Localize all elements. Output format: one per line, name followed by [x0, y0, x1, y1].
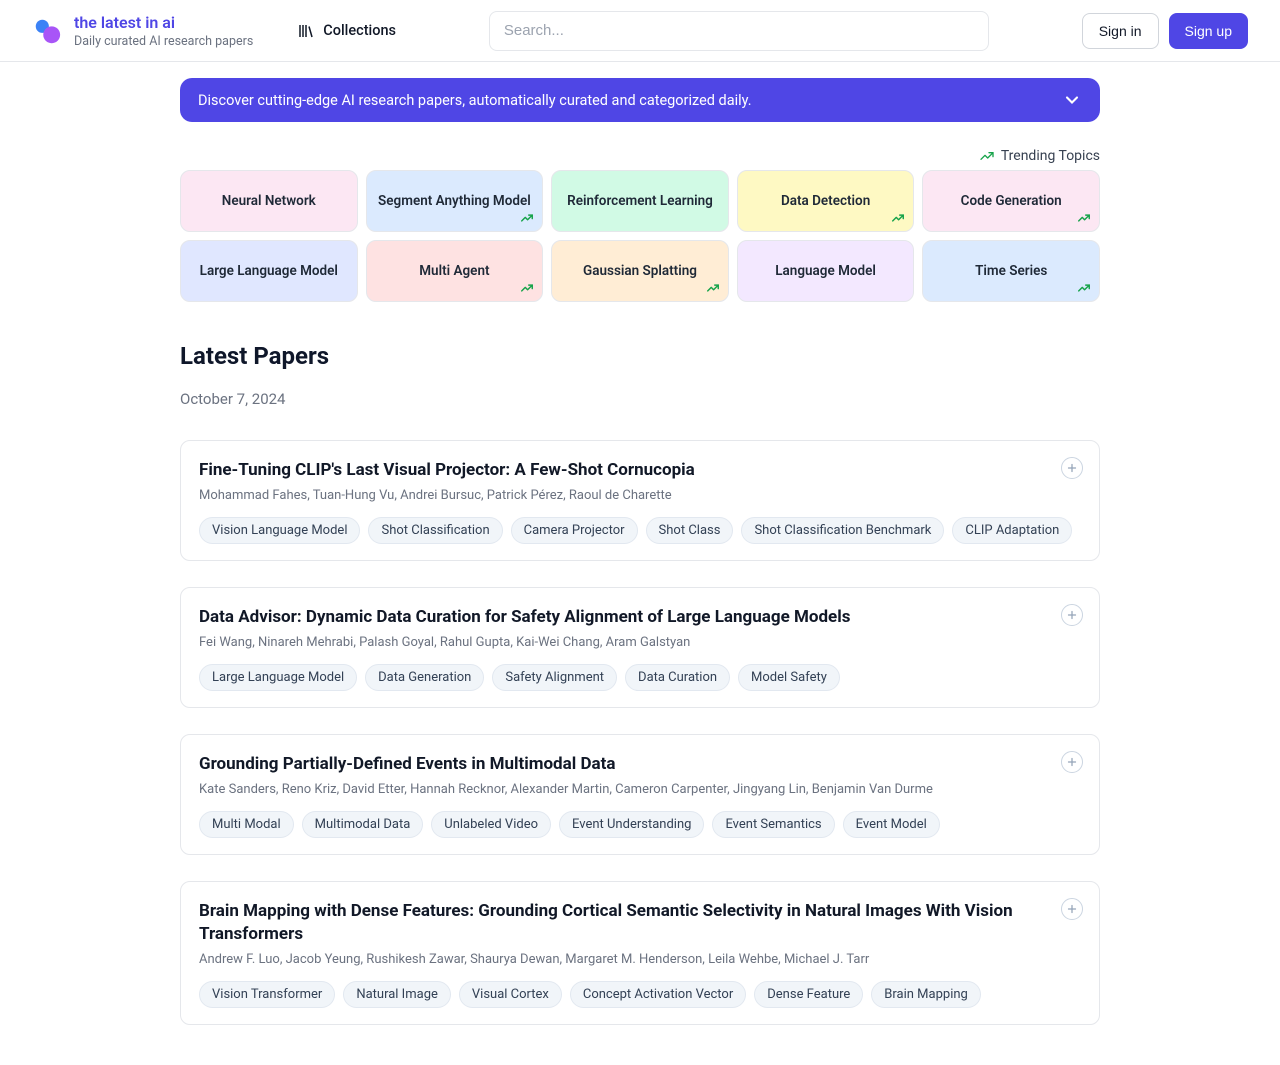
topic-label: Time Series: [975, 263, 1047, 279]
paper-tag[interactable]: Multi Modal: [199, 811, 294, 838]
banner-text: Discover cutting-edge AI research papers…: [198, 92, 752, 109]
topic-chip[interactable]: Gaussian Splatting: [551, 240, 729, 302]
paper-tag[interactable]: Shot Classification: [368, 517, 502, 544]
plus-icon: [1066, 756, 1078, 768]
topic-label: Gaussian Splatting: [583, 263, 697, 279]
paper-title: Fine-Tuning CLIP's Last Visual Projector…: [199, 459, 1081, 482]
site-header: the latest in ai Daily curated AI resear…: [0, 0, 1280, 62]
topic-chip[interactable]: Large Language Model: [180, 240, 358, 302]
add-paper-button[interactable]: [1061, 898, 1083, 920]
paper-card[interactable]: Brain Mapping with Dense Features: Groun…: [180, 881, 1100, 1025]
topic-chip[interactable]: Language Model: [737, 240, 915, 302]
paper-tags: Large Language Model Data Generation Safet…: [199, 664, 1081, 691]
topic-label: Neural Network: [222, 193, 316, 209]
topic-chip[interactable]: Data Detection: [737, 170, 915, 232]
date-heading: October 7, 2024: [180, 390, 1100, 414]
paper-card[interactable]: Grounding Partially-Defined Events in Mu…: [180, 734, 1100, 855]
trending-up-icon: [891, 211, 905, 225]
paper-card[interactable]: Data Advisor: Dynamic Data Curation for …: [180, 587, 1100, 708]
topic-chip[interactable]: Reinforcement Learning: [551, 170, 729, 232]
library-icon: [297, 22, 315, 40]
paper-tag[interactable]: Unlabeled Video: [431, 811, 551, 838]
add-paper-button[interactable]: [1061, 604, 1083, 626]
topic-chip[interactable]: Code Generation: [922, 170, 1100, 232]
collections-link[interactable]: Collections: [297, 22, 396, 40]
topic-label: Language Model: [775, 263, 876, 279]
paper-authors: Kate Sanders, Reno Kriz, David Etter, Ha…: [199, 782, 1081, 797]
trending-label: Trending Topics: [180, 148, 1100, 164]
brand-title: the latest in ai: [74, 13, 253, 32]
paper-tag[interactable]: Multimodal Data: [302, 811, 424, 838]
paper-card[interactable]: Fine-Tuning CLIP's Last Visual Projector…: [180, 440, 1100, 561]
trending-up-icon: [520, 281, 534, 295]
sign-in-button[interactable]: Sign in: [1082, 13, 1159, 49]
topic-label: Data Detection: [781, 193, 870, 209]
topic-label: Segment Anything Model: [378, 193, 531, 209]
topics-grid: Neural Network Segment Anything Model Rein…: [180, 170, 1100, 302]
paper-tags: Vision Language Model Shot Classification…: [199, 517, 1081, 544]
paper-tag[interactable]: Concept Activation Vector: [570, 981, 746, 1008]
trending-up-icon: [520, 211, 534, 225]
logo-icon: [32, 16, 62, 46]
topic-chip[interactable]: Segment Anything Model: [366, 170, 544, 232]
paper-tag[interactable]: Data Generation: [365, 664, 484, 691]
paper-tag[interactable]: Model Safety: [738, 664, 840, 691]
paper-tag[interactable]: Natural Image: [343, 981, 451, 1008]
brand-subtitle: Daily curated AI research papers: [74, 34, 253, 49]
paper-tag[interactable]: Visual Cortex: [459, 981, 562, 1008]
paper-tag[interactable]: Event Model: [843, 811, 940, 838]
sign-up-button[interactable]: Sign up: [1169, 13, 1248, 49]
paper-tag[interactable]: Vision Language Model: [199, 517, 360, 544]
trending-up-icon: [1077, 211, 1091, 225]
topic-label: Code Generation: [961, 193, 1062, 209]
brand[interactable]: the latest in ai Daily curated AI resear…: [32, 13, 253, 49]
paper-tag[interactable]: Large Language Model: [199, 664, 357, 691]
paper-tag[interactable]: Vision Transformer: [199, 981, 335, 1008]
paper-authors: Fei Wang, Ninareh Mehrabi, Palash Goyal,…: [199, 635, 1081, 650]
add-paper-button[interactable]: [1061, 751, 1083, 773]
topic-chip[interactable]: Time Series: [922, 240, 1100, 302]
paper-tag[interactable]: CLIP Adaptation: [952, 517, 1072, 544]
paper-title: Grounding Partially-Defined Events in Mu…: [199, 753, 1081, 776]
paper-authors: Andrew F. Luo, Jacob Yeung, Rushikesh Za…: [199, 952, 1081, 967]
search-input[interactable]: [489, 11, 989, 51]
plus-icon: [1066, 903, 1078, 915]
plus-icon: [1066, 462, 1078, 474]
search-wrap: [420, 11, 1058, 51]
auth-buttons: Sign in Sign up: [1082, 13, 1248, 49]
paper-tag[interactable]: Safety Alignment: [492, 664, 617, 691]
chevron-down-icon: [1062, 90, 1082, 110]
main-content: Discover cutting-edge AI research papers…: [160, 62, 1120, 1065]
collections-label: Collections: [323, 22, 396, 39]
info-banner[interactable]: Discover cutting-edge AI research papers…: [180, 78, 1100, 122]
trending-up-icon: [1077, 281, 1091, 295]
paper-tags: Vision Transformer Natural Image Visual Co…: [199, 981, 1081, 1008]
paper-tag[interactable]: Shot Classification Benchmark: [741, 517, 944, 544]
paper-tag[interactable]: Brain Mapping: [871, 981, 981, 1008]
topic-label: Multi Agent: [419, 263, 489, 279]
paper-tag[interactable]: Shot Class: [646, 517, 734, 544]
paper-tag[interactable]: Camera Projector: [511, 517, 638, 544]
section-title: Latest Papers: [180, 342, 1100, 370]
paper-title: Data Advisor: Dynamic Data Curation for …: [199, 606, 1081, 629]
trending-up-icon: [706, 281, 720, 295]
trending-up-icon: [979, 148, 995, 164]
topic-label: Reinforcement Learning: [567, 193, 713, 209]
topic-chip[interactable]: Multi Agent: [366, 240, 544, 302]
paper-tag[interactable]: Data Curation: [625, 664, 730, 691]
topic-chip[interactable]: Neural Network: [180, 170, 358, 232]
paper-authors: Mohammad Fahes, Tuan-Hung Vu, Andrei Bur…: [199, 488, 1081, 503]
paper-tag[interactable]: Event Understanding: [559, 811, 704, 838]
paper-tags: Multi Modal Multimodal Data Unlabeled Vide…: [199, 811, 1081, 838]
topic-label: Large Language Model: [200, 263, 338, 279]
add-paper-button[interactable]: [1061, 457, 1083, 479]
paper-title: Brain Mapping with Dense Features: Groun…: [199, 900, 1081, 946]
plus-icon: [1066, 609, 1078, 621]
paper-tag[interactable]: Event Semantics: [712, 811, 834, 838]
papers-list: Fine-Tuning CLIP's Last Visual Projector…: [180, 440, 1100, 1025]
paper-tag[interactable]: Dense Feature: [754, 981, 863, 1008]
